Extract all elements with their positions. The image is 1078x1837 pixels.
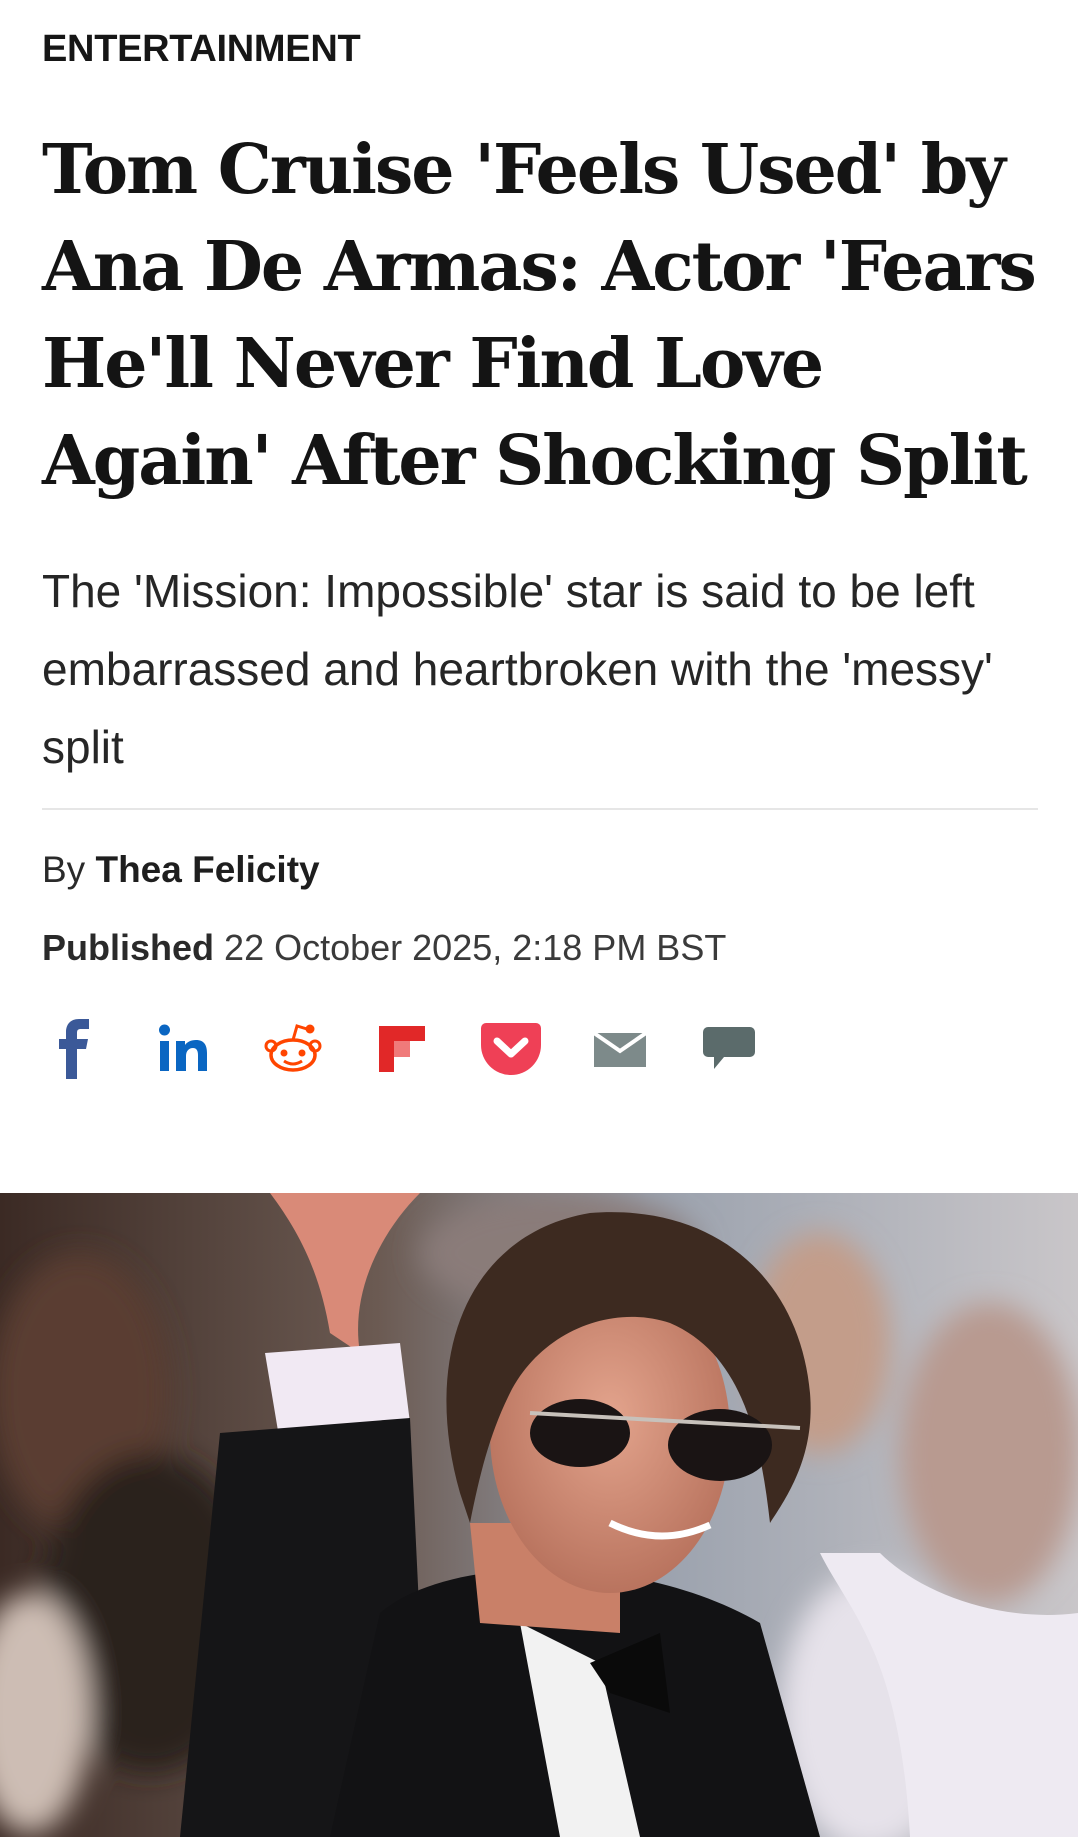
- facebook-icon: [59, 1019, 89, 1079]
- article: ENTERTAINMENT Tom Cruise 'Feels Used' by…: [0, 0, 1078, 970]
- share-comment-button[interactable]: [696, 1016, 762, 1082]
- share-bar: [0, 1014, 1078, 1084]
- reddit-icon: [264, 1024, 322, 1072]
- share-facebook-button[interactable]: [42, 1016, 108, 1082]
- standfirst: The 'Mission: Impossible' star is said t…: [42, 565, 993, 773]
- published-line: Published 22 October 2025, 2:18 PM BST: [42, 926, 1036, 970]
- share-linkedin-button[interactable]: [151, 1016, 217, 1082]
- byline: By Thea Felicity: [42, 848, 1036, 892]
- byline-prefix: By: [42, 849, 86, 890]
- email-icon: [593, 1031, 647, 1067]
- pocket-icon: [481, 1023, 541, 1075]
- published-datetime: 22 October 2025, 2:18 PM BST: [224, 927, 727, 968]
- flipboard-icon: [379, 1026, 425, 1072]
- category-label[interactable]: ENTERTAINMENT: [42, 0, 1036, 70]
- comment-icon: [703, 1027, 755, 1069]
- hero-image: [0, 1193, 1078, 1837]
- share-reddit-button[interactable]: [260, 1016, 326, 1082]
- divider: [42, 808, 1038, 810]
- linkedin-icon: [159, 1024, 207, 1071]
- share-pocket-button[interactable]: [478, 1016, 544, 1082]
- share-flipboard-button[interactable]: [369, 1016, 435, 1082]
- headline: Tom Cruise 'Feels Used' by Ana De Armas:…: [42, 130, 1037, 501]
- author-name[interactable]: Thea Felicity: [95, 849, 319, 890]
- share-email-button[interactable]: [587, 1016, 653, 1082]
- published-label: Published: [42, 927, 215, 968]
- hero-photo: [0, 1193, 1078, 1837]
